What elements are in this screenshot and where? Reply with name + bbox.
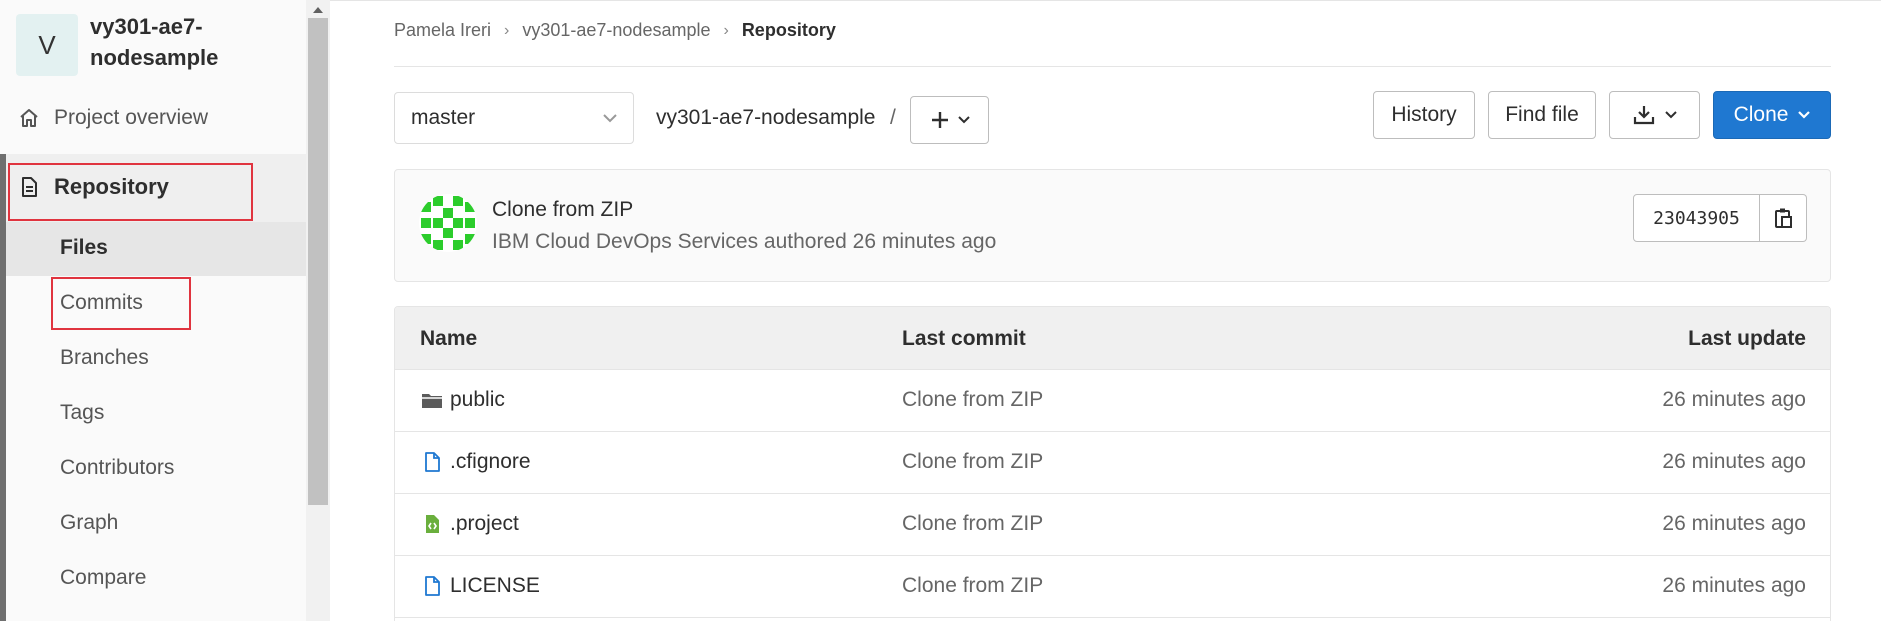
file-name[interactable]: .project xyxy=(450,512,519,536)
sidebar-item-project-overview[interactable]: Project overview xyxy=(18,106,208,130)
commit-sha-group: 23043905 xyxy=(1633,194,1807,242)
commit-meta: IBM Cloud DevOps Services authored 26 mi… xyxy=(492,230,997,253)
chevron-right-icon: › xyxy=(504,21,510,39)
sidebar-item-label: Project overview xyxy=(54,106,209,129)
project-name[interactable]: vy301-ae7-nodesample xyxy=(90,11,250,73)
branch-selector[interactable]: master xyxy=(394,92,634,144)
folder-icon xyxy=(422,394,442,408)
last-commit-panel: Clone from ZIP IBM Cloud DevOps Services… xyxy=(394,169,1831,282)
chevron-down-icon xyxy=(957,116,970,124)
last-commit-cell[interactable]: Clone from ZIP xyxy=(902,388,1043,412)
file-name[interactable]: LICENSE xyxy=(450,574,540,598)
project-avatar[interactable]: V xyxy=(16,14,78,76)
clone-label: Clone xyxy=(1733,103,1789,126)
chevron-right-icon: › xyxy=(723,21,729,39)
home-icon xyxy=(20,109,38,127)
find-file-button[interactable]: Find file xyxy=(1488,91,1596,139)
clipboard-icon xyxy=(1775,208,1792,228)
table-row[interactable]: LICENSE Clone from ZIP 26 minutes ago xyxy=(395,556,1830,618)
highlight-box-repository xyxy=(8,163,253,221)
column-header-name: Name xyxy=(420,327,478,350)
clone-button[interactable]: Clone xyxy=(1713,91,1831,139)
highlight-box-commits xyxy=(51,277,191,330)
table-row[interactable]: .project Clone from ZIP 26 minutes ago xyxy=(395,494,1830,556)
table-row[interactable]: public Clone from ZIP 26 minutes ago xyxy=(395,370,1830,432)
breadcrumb: Pamela Ireri › vy301-ae7-nodesample › Re… xyxy=(394,20,836,41)
sidebar-subitem-contributors[interactable]: Contributors xyxy=(60,456,174,480)
chevron-down-icon xyxy=(1798,111,1811,119)
last-update-cell: 26 minutes ago xyxy=(1662,512,1806,535)
sidebar-scrollbar-thumb[interactable] xyxy=(308,18,328,505)
commit-sha[interactable]: 23043905 xyxy=(1633,194,1760,242)
sidebar-subitem-tags[interactable]: Tags xyxy=(60,401,104,425)
sidebar-subitem-branches[interactable]: Branches xyxy=(60,346,149,370)
sidebar-subitem-compare[interactable]: Compare xyxy=(60,566,146,590)
branch-name: master xyxy=(411,106,476,129)
chevron-down-icon xyxy=(1664,111,1677,119)
last-update-cell: 26 minutes ago xyxy=(1662,450,1806,473)
code-file-icon xyxy=(426,515,439,533)
file-tree-table: Name Last commit Last update public Clon… xyxy=(394,306,1831,621)
file-name-cell[interactable]: public xyxy=(420,388,505,412)
sidebar: V vy301-ae7-nodesample Project overview … xyxy=(0,0,330,621)
last-commit-cell[interactable]: Clone from ZIP xyxy=(902,450,1043,474)
project-header[interactable]: V vy301-ae7-nodesample xyxy=(12,10,250,76)
column-header-last-commit: Last commit xyxy=(902,327,1026,350)
sidebar-subitem-files-bg xyxy=(6,222,306,276)
sidebar-subitem-graph[interactable]: Graph xyxy=(60,511,118,535)
file-icon xyxy=(425,452,440,472)
add-file-dropdown-button[interactable] xyxy=(910,96,989,144)
table-row[interactable]: .cfignore Clone from ZIP 26 minutes ago xyxy=(395,432,1830,494)
last-commit-cell[interactable]: Clone from ZIP xyxy=(902,574,1043,598)
path-separator: / xyxy=(890,106,896,129)
file-name-cell[interactable]: LICENSE xyxy=(420,574,540,598)
download-icon xyxy=(1633,106,1654,125)
file-icon xyxy=(425,576,440,596)
file-name-cell[interactable]: .cfignore xyxy=(420,450,531,474)
download-dropdown-button[interactable] xyxy=(1609,91,1700,139)
repo-path[interactable]: vy301-ae7-nodesample xyxy=(656,106,875,130)
file-name-cell[interactable]: .project xyxy=(420,512,519,536)
sidebar-subitem-files[interactable]: Files xyxy=(60,236,108,260)
chevron-down-icon xyxy=(603,113,617,122)
last-update-cell: 26 minutes ago xyxy=(1662,574,1806,597)
last-commit-cell[interactable]: Clone from ZIP xyxy=(902,512,1043,536)
history-button[interactable]: History xyxy=(1373,91,1475,139)
file-name[interactable]: public xyxy=(450,388,505,412)
breadcrumb-item-owner[interactable]: Pamela Ireri xyxy=(394,20,491,41)
plus-icon xyxy=(931,112,948,128)
author-identicon-avatar[interactable] xyxy=(419,194,477,252)
commit-title[interactable]: Clone from ZIP xyxy=(492,198,633,222)
table-header: Name Last commit Last update xyxy=(395,307,1830,370)
file-name[interactable]: .cfignore xyxy=(450,450,531,474)
breadcrumb-item-project[interactable]: vy301-ae7-nodesample xyxy=(522,20,710,41)
copy-sha-button[interactable] xyxy=(1760,194,1807,242)
last-update-cell: 26 minutes ago xyxy=(1662,388,1806,411)
column-header-last-update: Last update xyxy=(1688,327,1806,350)
scroll-up-arrow-icon[interactable] xyxy=(310,2,326,16)
breadcrumb-current[interactable]: Repository xyxy=(742,20,836,41)
